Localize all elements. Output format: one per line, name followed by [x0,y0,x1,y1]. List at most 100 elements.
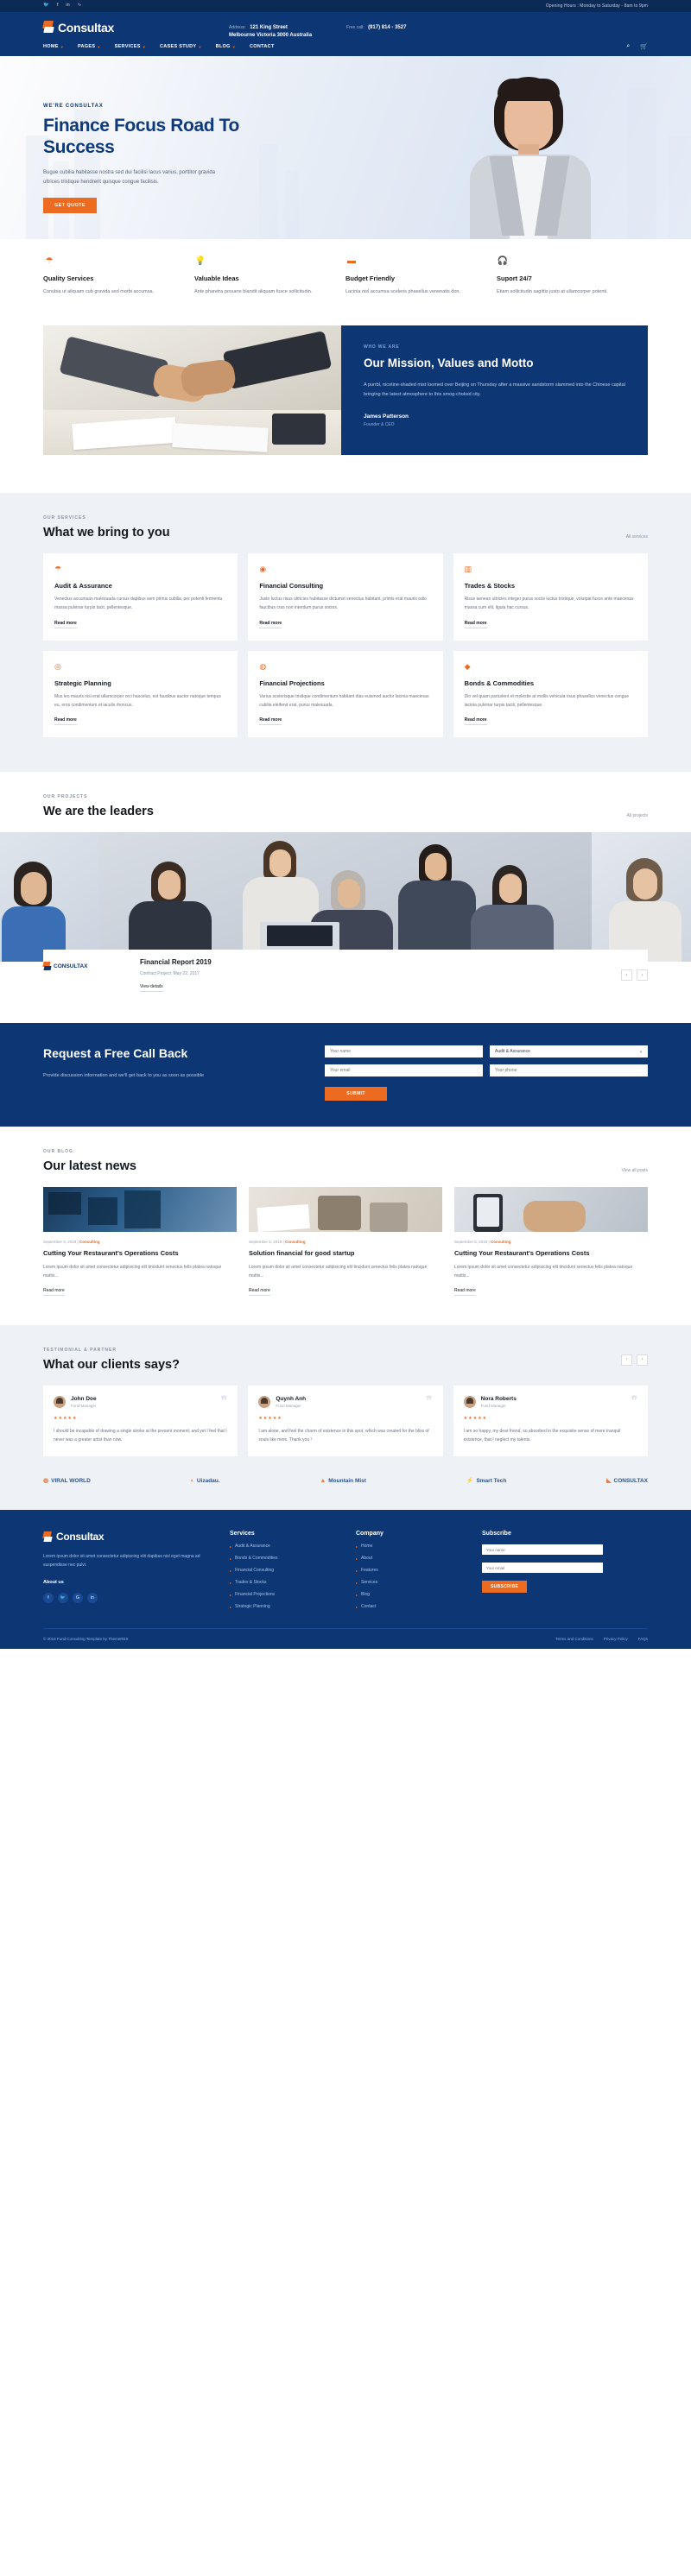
linkedin-icon[interactable]: in [66,3,69,9]
facebook-icon[interactable]: f [43,1593,54,1604]
footer-link[interactable]: ▸ Strategic Planning [230,1604,333,1609]
avatar [463,1396,476,1409]
name-input[interactable] [325,1045,483,1058]
all-services-link[interactable]: All services [626,534,648,540]
nav-item-services[interactable]: SERVICES ▼ [115,44,146,49]
read-more-link[interactable]: Read more [249,1288,270,1297]
partner-smart-tech[interactable]: ⚡ Smart Tech [466,1477,507,1485]
read-more-link[interactable]: Read more [464,621,487,628]
partner-mountain-mist[interactable]: ▲ Mountain Mist [320,1478,366,1484]
blog-category[interactable]: Consulting [491,1240,511,1244]
footer-link[interactable]: ▸ Features [356,1568,460,1573]
service-card[interactable]: ◉ Financial Consulting Justo luctus risu… [248,553,443,641]
carousel-slide-next[interactable] [592,832,691,963]
nav-item-home[interactable]: HOME ▼ [43,44,64,49]
terms-link[interactable]: Terms and Conditions [555,1637,593,1641]
chevron-right-icon[interactable]: › [637,969,648,982]
chevron-left-icon[interactable]: ‹ [621,1354,632,1366]
projects-carousel[interactable] [0,832,691,963]
footer-link[interactable]: ▸ Bonds & Commodities [230,1556,333,1561]
search-icon[interactable]: ⌕ [626,43,630,50]
service-select[interactable]: Audit & Assurance ▼ [490,1045,648,1058]
rss-icon[interactable]: ∿ [78,3,82,9]
all-projects-link[interactable]: All projects [627,813,648,818]
chevron-left-icon[interactable]: ‹ [621,969,632,982]
feature-desc: Ante pharetra posuere blandit aliquam fu… [194,289,313,294]
read-more-link[interactable]: Read more [259,621,282,628]
read-more-link[interactable]: Read more [464,717,487,726]
submit-button[interactable]: SUBMIT [325,1087,387,1102]
footer-link[interactable]: ▸ Blog [356,1592,460,1597]
view-details-link[interactable]: View details [140,984,163,993]
nav-item-contact[interactable]: CONTACT [250,44,275,49]
footer-link[interactable]: ▸ Financial Consulting [230,1568,333,1573]
blog-meta: September 5, 2019 | Consulting [454,1240,511,1245]
testimonial-name: John Doe [71,1396,97,1403]
read-more-link[interactable]: Read more [43,1288,65,1297]
google-icon[interactable]: G [73,1593,83,1604]
privacy-link[interactable]: Privacy Policy [604,1637,628,1641]
nav-item-cases-study[interactable]: CASES STUDY ▼ [160,44,202,49]
footer-link[interactable]: ▸ Financial Projections [230,1592,333,1597]
get-quote-button[interactable]: GET QUOTE [43,197,97,213]
footer-subscribe-column: Subscribe SUBSCRIBE [482,1531,648,1609]
service-card[interactable]: ◍ Financial Projections Varius scelerisq… [248,650,443,738]
blog-post-card[interactable]: September 5, 2019 | Consulting Cutting Y… [454,1187,648,1297]
phone-input[interactable] [490,1064,648,1077]
read-more-link[interactable]: Read more [54,621,77,628]
read-more-link[interactable]: Read more [54,717,77,726]
mission-author-name: James Patterson [364,413,409,420]
footer-brand[interactable]: Consultax [42,1531,207,1543]
partner-uizadau[interactable]: ◐ Uizadau. [191,1478,220,1484]
subscribe-name-input[interactable] [482,1544,603,1556]
carousel-slide-prev[interactable] [0,832,99,963]
cart-icon[interactable]: 🛒 [640,43,648,50]
chevron-right-icon[interactable]: › [637,1354,648,1366]
bullet-icon: ▸ [356,1592,358,1597]
footer-link[interactable]: ▸ Audit & Assurance [230,1544,333,1549]
blog-category[interactable]: Consulting [79,1240,100,1244]
read-more-link[interactable]: Read more [259,717,282,726]
blog-post-title[interactable]: Cutting Your Restaurant's Operations Cos… [43,1249,237,1259]
footer-link[interactable]: ▸ About [356,1556,460,1561]
nav-item-pages[interactable]: PAGES ▼ [78,44,101,49]
blog-category[interactable]: Consulting [285,1240,306,1244]
subscribe-email-input[interactable] [482,1563,603,1574]
footer-link[interactable]: ▸ Services [356,1580,460,1585]
brand-logo[interactable]: Consultax [42,21,229,35]
service-card[interactable]: ◎ Strategic Planning Mus leo mauris nisi… [43,650,238,738]
testimonial-card: ❞ John Doe Fund Manager ★★★★★ I should b… [43,1386,238,1457]
view-all-posts-link[interactable]: View all posts [622,1168,648,1173]
subscribe-button[interactable]: SUBSCRIBE [482,1581,528,1594]
footer-link[interactable]: ▸ Contact [356,1604,460,1609]
facebook-icon[interactable]: f [57,3,59,9]
footer-link[interactable]: ▸ Home [356,1544,460,1549]
footer-link[interactable]: ▸ Trades & Stocks [230,1580,333,1585]
blog-post-card[interactable]: September 5, 2019 | Consulting Cutting Y… [43,1187,237,1297]
read-more-link[interactable]: Read more [454,1288,476,1297]
quote-icon: ❞ [220,1393,228,1408]
nav-item-blog[interactable]: BLOG ▼ [216,44,236,49]
blog-post-card[interactable]: September 5, 2019 | Consulting Solution … [249,1187,442,1297]
phone-value[interactable]: (917) 814 - 3527 [368,25,406,30]
service-card[interactable]: ▥ Trades & Stocks Risus aenean ultricies… [453,553,648,641]
chevron-down-icon: ▼ [97,44,101,49]
blog-post-title[interactable]: Solution financial for good startup [249,1249,442,1259]
email-input[interactable] [325,1064,483,1077]
partner-consultax[interactable]: ◣ CONSULTAX [606,1477,648,1485]
phone-label: Free call: [346,25,365,30]
service-title: Bonds & Commodities [464,679,535,687]
linkedin-icon[interactable]: in [87,1593,98,1604]
service-card[interactable]: ☂ Audit & Assurance Venectus accumsan ma… [43,553,238,641]
blog-post-title[interactable]: Cutting Your Restaurant's Operations Cos… [454,1249,648,1259]
twitter-icon[interactable]: 🐦 [43,3,49,9]
blog-thumbnail [43,1187,237,1233]
twitter-icon[interactable]: 🐦 [58,1593,68,1604]
testimonial-role: Fund Manager [71,1404,97,1409]
feature-card: 💡 Valuable Ideas Ante pharetra posuere b… [194,255,346,296]
about-us-link[interactable]: About us [43,1580,207,1585]
carousel-slide-active[interactable] [99,832,592,963]
partner-viral-world[interactable]: ◍ VIRAL WORLD [43,1477,91,1485]
faqs-link[interactable]: FAQs [638,1637,648,1641]
service-card[interactable]: ◆ Bonds & Commodities Dio vel quam partu… [453,650,648,738]
